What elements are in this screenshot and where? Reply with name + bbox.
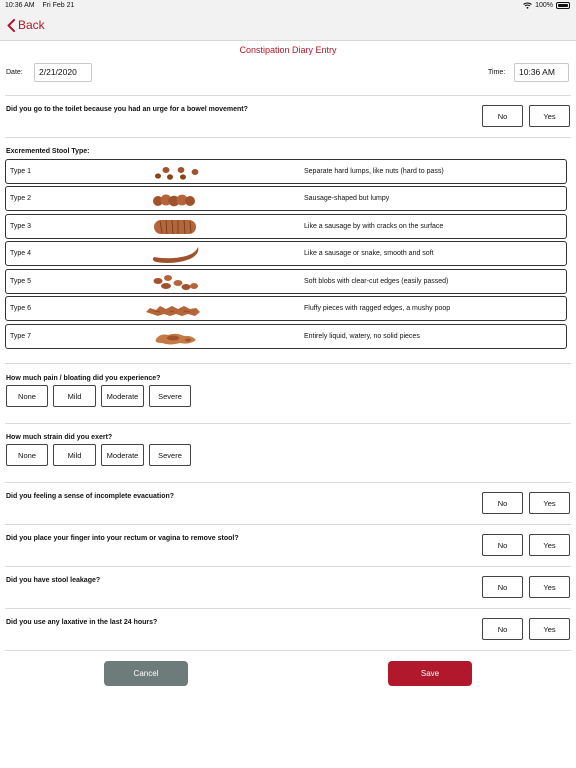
divider: [5, 482, 571, 483]
chevron-left-icon: [7, 18, 15, 32]
laxative-question: Did you use any laxative in the last 24 …: [6, 619, 158, 626]
stool-type-3[interactable]: Type 3 Like a sausage by with cracks on …: [5, 214, 567, 239]
divider: [5, 566, 571, 567]
divider: [5, 423, 571, 424]
finger-yes-button[interactable]: Yes: [529, 534, 570, 556]
stool-type-desc: Separate hard lumps, like nuts (hard to …: [304, 168, 444, 175]
strain-moderate-button[interactable]: Moderate: [101, 444, 144, 466]
status-time: 10:36 AM: [5, 2, 35, 9]
divider: [5, 650, 571, 651]
laxative-no-button[interactable]: No: [482, 618, 523, 640]
stool-type-desc: Entirely liquid, watery, no solid pieces: [304, 333, 420, 340]
stool-type-2[interactable]: Type 2 Sausage-shaped but lumpy: [5, 186, 567, 211]
incomplete-no-button[interactable]: No: [482, 492, 523, 514]
pain-severe-button[interactable]: Severe: [149, 385, 191, 407]
date-field[interactable]: 2/21/2020: [34, 63, 92, 82]
pain-mild-button[interactable]: Mild: [53, 385, 96, 407]
strain-none-button[interactable]: None: [6, 444, 48, 466]
stool-type-1[interactable]: Type 1 Separate hard lumps, like nuts (h…: [5, 159, 567, 184]
save-button[interactable]: Save: [388, 661, 472, 686]
stool-type-label: Type 7: [10, 333, 32, 340]
time-label: Time:: [488, 69, 506, 76]
nav-bar: Back: [0, 12, 576, 41]
stool-type-2-image: [153, 194, 195, 207]
laxative-yes-button[interactable]: Yes: [529, 618, 570, 640]
cancel-button[interactable]: Cancel: [104, 661, 188, 686]
back-button[interactable]: Back: [7, 18, 45, 32]
stool-type-desc: Like a sausage or snake, smooth and soft: [304, 250, 434, 257]
stool-type-label: Type 1: [10, 168, 32, 175]
stool-type-5[interactable]: Type 5 Soft blobs with clear-cut edges (…: [5, 269, 567, 294]
battery-fill: [558, 4, 568, 7]
stool-type-heading: Excremented Stool Type:: [6, 148, 90, 155]
leakage-no-button[interactable]: No: [482, 576, 523, 598]
status-bar: 10:36 AM Fri Feb 21 100%: [0, 0, 576, 12]
stool-type-5-image: [153, 275, 198, 290]
strain-question: How much strain did you exert?: [6, 434, 113, 441]
stool-type-3-image: [154, 219, 196, 235]
urge-yes-button[interactable]: Yes: [529, 105, 570, 127]
divider: [5, 524, 571, 525]
pain-question: How much pain / bloating did you experie…: [6, 375, 161, 382]
status-date: Fri Feb 21: [42, 2, 75, 9]
stool-type-7-image: [155, 333, 196, 345]
page-title: Constipation Diary Entry: [239, 45, 337, 55]
stool-type-label: Type 2: [10, 195, 32, 202]
stool-type-4-image: [152, 247, 199, 263]
stool-type-desc: Fluffy pieces with ragged edges, a mushy…: [304, 305, 451, 312]
leakage-yes-button[interactable]: Yes: [529, 576, 570, 598]
stool-type-label: Type 3: [10, 223, 32, 230]
battery-icon: [556, 2, 570, 9]
divider: [5, 608, 571, 609]
urge-question: Did you go to the toilet because you had…: [6, 106, 248, 113]
incomplete-yes-button[interactable]: Yes: [529, 492, 570, 514]
stool-type-label: Type 4: [10, 250, 32, 257]
stool-type-desc: Soft blobs with clear-cut edges (easily …: [304, 278, 449, 285]
wifi-icon: [523, 2, 532, 9]
divider: [5, 95, 571, 96]
stool-type-6[interactable]: Type 6 Fluffy pieces with ragged edges, …: [5, 296, 567, 321]
finger-question: Did you place your finger into your rect…: [6, 535, 239, 542]
stool-type-desc: Sausage-shaped but lumpy: [304, 195, 390, 202]
time-field[interactable]: 10:36 AM: [514, 63, 569, 82]
stool-type-label: Type 5: [10, 278, 32, 285]
divider: [5, 137, 571, 138]
divider: [5, 363, 571, 364]
stool-type-6-image: [146, 306, 200, 316]
stool-type-desc: Like a sausage by with cracks on the sur…: [304, 223, 444, 230]
leakage-question: Did you have stool leakage?: [6, 577, 101, 584]
stool-type-label: Type 6: [10, 305, 32, 312]
finger-no-button[interactable]: No: [482, 534, 523, 556]
strain-mild-button[interactable]: Mild: [53, 444, 96, 466]
pain-moderate-button[interactable]: Moderate: [101, 385, 144, 407]
date-label: Date:: [6, 69, 23, 76]
incomplete-question: Did you feeling a sense of incomplete ev…: [6, 493, 175, 500]
back-label: Back: [18, 18, 45, 32]
battery-percent: 100%: [535, 2, 553, 9]
stool-type-4[interactable]: Type 4 Like a sausage or snake, smooth a…: [5, 241, 567, 266]
stool-type-7[interactable]: Type 7 Entirely liquid, watery, no solid…: [5, 324, 567, 349]
strain-severe-button[interactable]: Severe: [149, 444, 191, 466]
urge-no-button[interactable]: No: [482, 105, 523, 127]
stool-type-1-image: [155, 167, 199, 180]
pain-none-button[interactable]: None: [6, 385, 48, 407]
